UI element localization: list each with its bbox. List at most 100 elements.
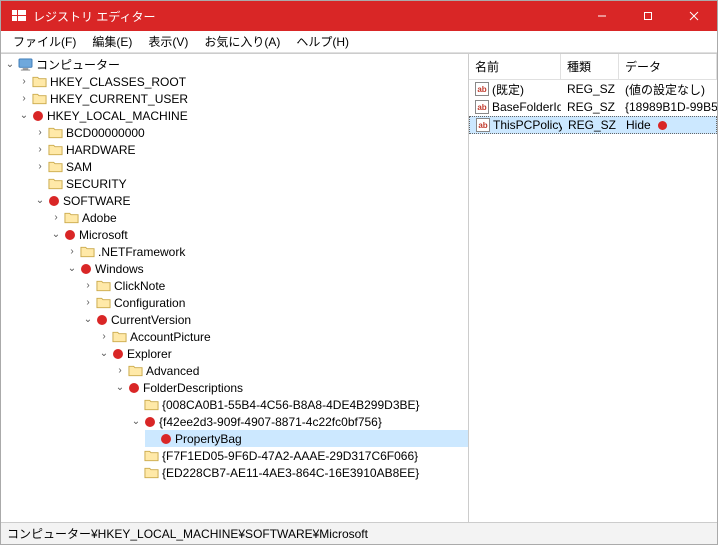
maximize-button[interactable] [625,1,671,31]
tree-adobe[interactable]: › Adobe [49,209,468,226]
computer-icon [17,58,33,72]
chevron-down-icon[interactable]: ⌄ [33,195,47,206]
tree-hardware[interactable]: › HARDWARE [33,141,468,158]
list-body[interactable]: ab(既定)REG_SZ(値の設定なし)abBaseFolderIdREG_SZ… [469,80,717,522]
chevron-down-icon[interactable]: ⌄ [113,382,127,393]
cell-data: Hide [620,117,716,133]
status-path: コンピューター¥HKEY_LOCAL_MACHINE¥SOFTWARE¥Micr… [7,525,368,542]
tree-label: {008CA0B1-55B4-4C56-B8A8-4DE4B299D3BE} [162,398,420,412]
tree-clicknote[interactable]: ›ClickNote [81,277,468,294]
tree-guid-1[interactable]: {008CA0B1-55B4-4C56-B8A8-4DE4B299D3BE} [129,396,468,413]
chevron-right-icon[interactable]: › [33,161,47,172]
window-controls [579,1,717,31]
app-icon [11,8,27,24]
chevron-down-icon[interactable]: ⌄ [17,110,31,121]
chevron-down-icon[interactable]: ⌄ [97,348,111,359]
list-header: 名前 種類 データ [469,54,717,80]
tree-bcd[interactable]: › BCD00000000 [33,124,468,141]
chevron-right-icon[interactable]: › [17,76,31,87]
cell-data: {18989B1D-99B5-4 [619,99,717,115]
chevron-right-icon[interactable]: › [113,365,127,376]
chevron-down-icon[interactable]: ⌄ [81,314,95,325]
highlight-marker [97,315,107,325]
menu-view[interactable]: 表示(V) [140,31,196,52]
tree-currentversion[interactable]: ⌄ CurrentVersion [81,311,468,328]
tree-hklm[interactable]: ⌄ HKEY_LOCAL_MACHINE [17,107,468,124]
folder-icon [143,449,159,463]
tree-label: HARDWARE [66,143,136,157]
menu-file[interactable]: ファイル(F) [5,31,84,52]
tree-netframework[interactable]: ›.NETFramework [65,243,468,260]
folder-icon [95,296,111,310]
tree-label: Explorer [127,347,172,361]
tree-security[interactable]: SECURITY [33,175,468,192]
tree-guid-3[interactable]: {F7F1ED05-9F6D-47A2-AAAE-29D317C6F066} [129,447,468,464]
chevron-right-icon[interactable]: › [81,280,95,291]
chevron-right-icon[interactable]: › [17,93,31,104]
tree-advanced[interactable]: ›Advanced [113,362,468,379]
list-row[interactable]: ab(既定)REG_SZ(値の設定なし) [469,80,717,98]
tree-label: SECURITY [66,177,127,191]
tree-folderdescriptions[interactable]: ⌄ FolderDescriptions [113,379,468,396]
cell-name: ab(既定) [469,80,561,99]
tree-microsoft[interactable]: ⌄ Microsoft [49,226,468,243]
highlight-marker [65,230,75,240]
folder-icon [63,211,79,225]
chevron-right-icon[interactable]: › [33,127,47,138]
tree-software[interactable]: ⌄ SOFTWARE [33,192,468,209]
content-area: ⌄ コンピューター › HKEY_CLASSES_ROOT › [1,53,717,522]
col-header-type[interactable]: 種類 [561,54,619,79]
tree-label: コンピューター [36,56,120,73]
tree-propertybag[interactable]: PropertyBag [145,430,468,447]
tree-label: HKEY_CLASSES_ROOT [50,75,186,89]
menu-favorites[interactable]: お気に入り(A) [196,31,288,52]
minimize-button[interactable] [579,1,625,31]
folder-icon [47,160,63,174]
chevron-down-icon[interactable]: ⌄ [129,416,143,427]
tree-root-computer[interactable]: ⌄ コンピューター [1,56,468,73]
tree-explorer[interactable]: ⌄ Explorer [97,345,468,362]
menu-edit[interactable]: 編集(E) [84,31,140,52]
chevron-down-icon[interactable]: ⌄ [49,229,63,240]
string-value-icon: ab [475,100,489,114]
tree-panel[interactable]: ⌄ コンピューター › HKEY_CLASSES_ROOT › [1,54,469,522]
tree-sam[interactable]: ›SAM [33,158,468,175]
cell-name: abBaseFolderId [469,99,561,115]
col-header-name[interactable]: 名前 [469,54,561,79]
chevron-right-icon[interactable]: › [65,246,79,257]
chevron-right-icon[interactable]: › [97,331,111,342]
tree-hkcr[interactable]: › HKEY_CLASSES_ROOT [17,73,468,90]
list-row[interactable]: abBaseFolderIdREG_SZ{18989B1D-99B5-4 [469,98,717,116]
tree-label: CurrentVersion [111,313,191,327]
menu-help[interactable]: ヘルプ(H) [288,31,357,52]
cell-type: REG_SZ [561,81,619,97]
tree-label: {f42ee2d3-909f-4907-8871-4c22fc0bf756} [159,415,382,429]
col-header-data[interactable]: データ [619,54,717,79]
close-button[interactable] [671,1,717,31]
tree-configuration[interactable]: › Configuration [81,294,468,311]
tree-windows[interactable]: ⌄ Windows [65,260,468,277]
chevron-right-icon[interactable]: › [49,212,63,223]
highlight-marker [33,111,43,121]
chevron-down-icon[interactable]: ⌄ [65,263,79,274]
folder-icon [95,279,111,293]
chevron-right-icon[interactable]: › [81,297,95,308]
chevron-right-icon[interactable]: › [33,144,47,155]
list-row[interactable]: abThisPCPolicyREG_SZHide [469,116,717,134]
tree-label: FolderDescriptions [143,381,243,395]
tree-label: Configuration [114,296,185,310]
chevron-down-icon[interactable]: ⌄ [3,59,17,70]
highlight-marker [49,196,59,206]
registry-tree: ⌄ コンピューター › HKEY_CLASSES_ROOT › [1,56,468,481]
highlight-marker [161,434,171,444]
string-value-icon: ab [476,118,490,132]
string-value-icon: ab [475,82,489,96]
tree-label: Adobe [82,211,117,225]
tree-label: BCD00000000 [66,126,145,140]
tree-hkcu[interactable]: › HKEY_CURRENT_USER [17,90,468,107]
tree-guid-4[interactable]: {ED228CB7-AE11-4AE3-864C-16E3910AB8EE} [129,464,468,481]
value-list-panel: 名前 種類 データ ab(既定)REG_SZ(値の設定なし)abBaseFold… [469,54,717,522]
window-title: レジストリ エディター [33,8,579,25]
tree-accountpicture[interactable]: ›AccountPicture [97,328,468,345]
tree-guid-2[interactable]: ⌄ {f42ee2d3-909f-4907-8871-4c22fc0bf756} [129,413,468,430]
